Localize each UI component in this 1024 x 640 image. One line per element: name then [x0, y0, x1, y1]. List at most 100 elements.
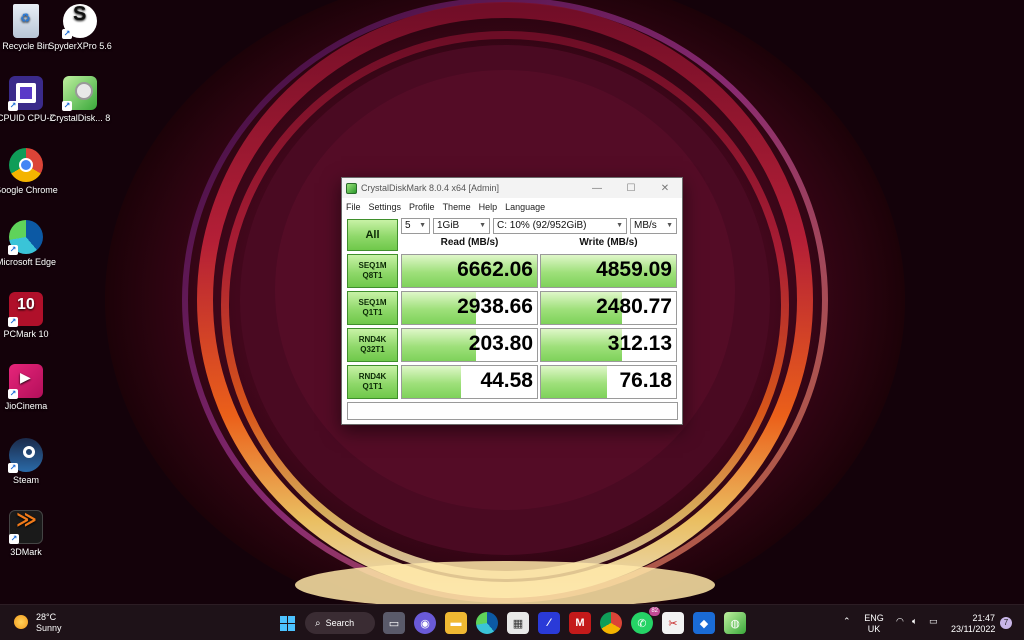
chevron-down-icon: ▼ [616, 222, 623, 229]
clock-date: 23/11/2022 [951, 624, 996, 634]
chrome-icon[interactable] [600, 612, 622, 634]
rnd4k-q1t1-button[interactable]: RND4K Q1T1 [347, 365, 398, 399]
test-count-value: 5 [405, 220, 411, 231]
title-bar[interactable]: CrystalDiskMark 8.0.4 x64 [Admin] — ☐ ✕ [342, 178, 682, 198]
task-view-icon[interactable]: ▭ [383, 612, 405, 634]
write-result: 4859.09 [540, 254, 677, 288]
menu-profile[interactable]: Profile [409, 202, 435, 212]
row-label-line1: RND4K [358, 372, 387, 381]
write-result: 2480.77 [540, 291, 677, 325]
battery-icon[interactable]: ▭ [929, 616, 938, 627]
pcmark-icon: 10 ↗ [8, 292, 43, 327]
whatsapp-badge: 82 [649, 607, 660, 616]
row-label-line2: Q32T1 [360, 345, 385, 354]
test-count-select[interactable]: 5 ▼ [401, 218, 430, 234]
steam-icon: ↗ [8, 438, 43, 473]
chrome-icon [9, 148, 43, 182]
desktop-icon-label: 3DMark [10, 547, 42, 557]
weather-condition: Sunny [36, 623, 62, 633]
desktop-icon-chrome[interactable]: Google Chrome [0, 148, 58, 196]
search-icon: ⌕ [315, 617, 321, 629]
row-label-line2: Q8T1 [362, 271, 383, 280]
start-button[interactable] [276, 612, 298, 634]
drive-value: C: 10% (92/952GiB) [497, 220, 587, 231]
unit-select[interactable]: MB/s ▼ [630, 218, 677, 234]
menu-file[interactable]: File [346, 202, 361, 212]
write-value: 312.13 [607, 332, 672, 355]
desktop-icon-steam[interactable]: ↗ Steam [0, 438, 58, 486]
spyder-icon: S ↗ [62, 4, 97, 39]
minimize-icon[interactable]: — [580, 183, 614, 194]
clock[interactable]: 21:47 23/11/2022 [951, 613, 995, 635]
snipping-tool-icon[interactable]: ✂ [662, 612, 684, 634]
wifi-icon[interactable]: ◠ [896, 616, 904, 627]
clock-time: 21:47 [972, 613, 995, 623]
menu-language[interactable]: Language [505, 202, 545, 212]
edge-icon[interactable] [476, 612, 498, 634]
recycle-bin-icon: ♻ [13, 4, 39, 38]
write-bar [541, 366, 608, 398]
desktop-icon-jiocinema[interactable]: ▶ ↗ JioCinema [0, 364, 58, 412]
weather-temp: 28°C [36, 612, 57, 622]
menu-help[interactable]: Help [479, 202, 498, 212]
desktop-icon-label: JioCinema [4, 401, 48, 411]
sun-icon [14, 615, 28, 629]
read-result: 203.80 [401, 328, 538, 362]
desktop-icon-label: Google Chrome [0, 185, 58, 195]
read-value: 6662.06 [457, 258, 533, 281]
crystaldiskmark-window[interactable]: CrystalDiskMark 8.0.4 x64 [Admin] — ☐ ✕ … [341, 177, 683, 425]
search-label: Search [325, 618, 355, 628]
menu-settings[interactable]: Settings [369, 202, 402, 212]
desktop-icon-edge[interactable]: ↗ Microsoft Edge [0, 220, 58, 268]
taskbar-search[interactable]: ⌕ Search [305, 612, 375, 634]
language-indicator[interactable]: ENG UK [864, 613, 884, 635]
write-value: 2480.77 [596, 295, 672, 318]
read-result: 2938.66 [401, 291, 538, 325]
window-title: CrystalDiskMark 8.0.4 x64 [Admin] [361, 183, 500, 193]
seq1m-q8t1-button[interactable]: SEQ1M Q8T1 [347, 254, 398, 288]
read-value: 203.80 [468, 332, 533, 355]
desktop-icon-label: SpyderXPro 5.6 [48, 41, 112, 51]
row-label-line2: Q1T1 [362, 382, 383, 391]
teams-chat-icon[interactable]: ◉ [414, 612, 436, 634]
chevron-up-icon[interactable]: ⌃ [843, 616, 851, 627]
test-size-select[interactable]: 1GiB ▼ [433, 218, 490, 234]
rnd4k-q32t1-button[interactable]: RND4K Q32T1 [347, 328, 398, 362]
mcafee-icon[interactable]: M [569, 612, 591, 634]
desktop-icon-crystaldiskmark[interactable]: ↗ CrystalDisk... 8 [48, 76, 112, 124]
whatsapp-glyph: ✆ [637, 617, 647, 630]
maximize-icon[interactable]: ☐ [614, 183, 648, 194]
crystaldiskmark-taskbar-icon[interactable]: ◍ [724, 612, 746, 634]
drive-select[interactable]: C: 10% (92/952GiB) ▼ [493, 218, 627, 234]
3dmark-icon: ≫ ↗ [9, 510, 43, 544]
crystaldiskmark-icon [346, 182, 357, 194]
write-column-header: Write (MB/s) [579, 237, 638, 248]
comment-input[interactable] [347, 402, 678, 420]
taskbar: 28°C Sunny ⌕ Search ▭ ◉ ▬ ▦ ⁄ M ✆ 82 ✂ ◆… [0, 604, 1024, 640]
file-explorer-icon[interactable]: ▬ [445, 612, 467, 634]
close-icon[interactable]: ✕ [648, 183, 682, 194]
notification-badge[interactable]: 7 [1000, 617, 1012, 629]
all-button[interactable]: All [347, 219, 398, 251]
read-bar [402, 329, 477, 361]
photos-icon[interactable]: ◆ [693, 612, 715, 634]
test-size-value: 1GiB [437, 220, 460, 231]
menu-theme[interactable]: Theme [443, 202, 471, 212]
read-result: 44.58 [401, 365, 538, 399]
whatsapp-icon[interactable]: ✆ 82 [631, 607, 660, 634]
seq1m-q1t1-button[interactable]: SEQ1M Q1T1 [347, 291, 398, 325]
read-bar [402, 366, 462, 398]
edge-icon: ↗ [8, 220, 43, 255]
crystaldiskmark-icon: ↗ [62, 76, 97, 111]
speaker-muted-icon[interactable]: 🔈︎ [912, 616, 917, 627]
row-label-line1: SEQ1M [358, 261, 387, 270]
weather-widget[interactable]: 28°C Sunny [14, 612, 62, 634]
jiocinema-icon: ▶ ↗ [8, 364, 43, 399]
desktop-icon-pcmark[interactable]: 10 ↗ PCMark 10 [0, 292, 58, 340]
intel-arc-icon[interactable]: ⁄ [538, 612, 560, 634]
chevron-down-icon: ▼ [419, 222, 426, 229]
row-label-line2: Q1T1 [362, 308, 383, 317]
desktop-icon-3dmark[interactable]: ≫ ↗ 3DMark [0, 510, 58, 558]
store-icon[interactable]: ▦ [507, 612, 529, 634]
desktop-icon-spyderxpro[interactable]: S ↗ SpyderXPro 5.6 [48, 4, 112, 52]
